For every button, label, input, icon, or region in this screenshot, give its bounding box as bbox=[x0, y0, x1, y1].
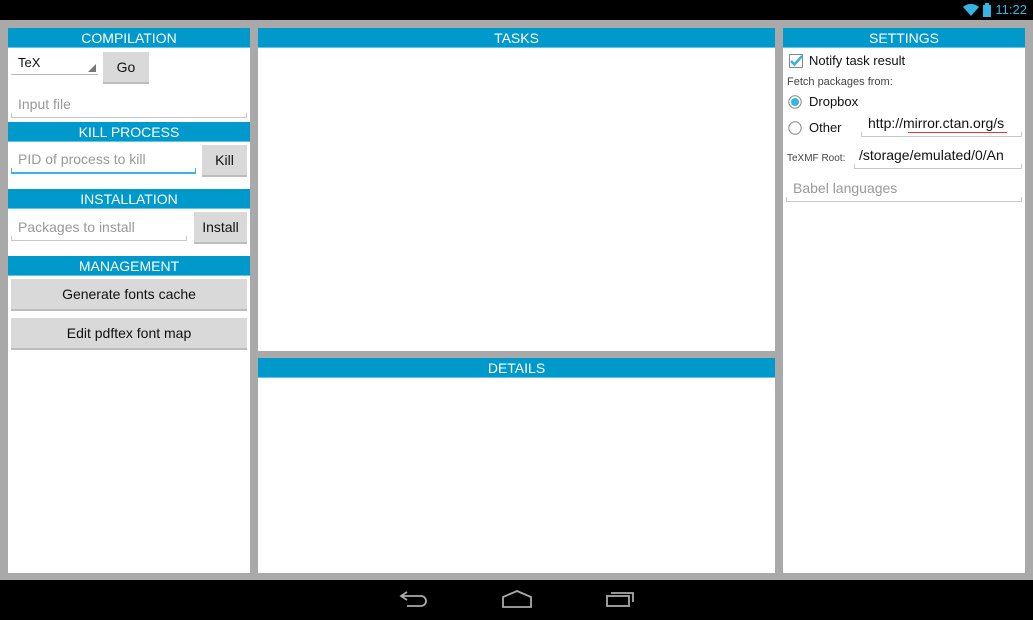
installation-header: INSTALLATION bbox=[8, 189, 250, 209]
clock: 11:22 bbox=[995, 2, 1027, 17]
engine-spinner[interactable]: TeX bbox=[11, 52, 98, 75]
radio-other[interactable]: Other bbox=[788, 120, 842, 135]
app-content: COMPILATION TeX Go Input file KILL PROCE… bbox=[0, 20, 1033, 580]
status-bar: 11:22 bbox=[0, 0, 1033, 20]
spellcheck-underline bbox=[908, 132, 1007, 133]
tasks-header: TASKS bbox=[258, 28, 775, 48]
compilation-header: COMPILATION bbox=[8, 28, 250, 48]
details-header: DETAILS bbox=[258, 358, 775, 378]
home-icon[interactable] bbox=[502, 590, 532, 608]
fetch-label: Fetch packages from: bbox=[787, 76, 893, 88]
radio-dropbox[interactable]: Dropbox bbox=[788, 94, 858, 109]
battery-icon bbox=[983, 2, 992, 17]
kill-button[interactable]: Kill bbox=[202, 145, 247, 177]
edit-pdftex-font-map-button[interactable]: Edit pdftex font map bbox=[11, 318, 247, 350]
navigation-bar bbox=[0, 580, 1033, 620]
engine-selected: TeX bbox=[18, 55, 41, 70]
wifi-icon bbox=[963, 3, 980, 16]
dropdown-triangle-icon bbox=[88, 64, 96, 72]
tasks-panel: TASKS bbox=[258, 28, 775, 351]
radio-unselected-icon bbox=[788, 120, 802, 135]
pid-field[interactable]: PID of process to kill bbox=[11, 146, 196, 174]
packages-field[interactable]: Packages to install bbox=[11, 213, 187, 241]
left-panel: COMPILATION TeX Go Input file KILL PROCE… bbox=[8, 28, 250, 573]
notify-checkbox[interactable]: Notify task result bbox=[789, 53, 905, 68]
settings-panel: SETTINGS Notify task result Fetch packag… bbox=[783, 28, 1025, 573]
babel-languages-field[interactable]: Babel languages bbox=[786, 174, 1022, 202]
checkbox-checked-icon bbox=[789, 53, 803, 68]
details-panel: DETAILS bbox=[258, 358, 775, 573]
generate-fonts-cache-button[interactable]: Generate fonts cache bbox=[11, 279, 247, 311]
recents-icon[interactable] bbox=[606, 590, 634, 608]
texmf-label: TeXMF Root: bbox=[787, 153, 846, 164]
back-icon[interactable] bbox=[399, 590, 427, 608]
notify-label: Notify task result bbox=[809, 53, 906, 68]
install-button[interactable]: Install bbox=[194, 212, 247, 244]
texmf-root-field[interactable]: /storage/emulated/0/An bbox=[854, 142, 1022, 169]
management-header: MANAGEMENT bbox=[8, 256, 250, 276]
radio-selected-icon bbox=[788, 94, 802, 109]
input-file-field[interactable]: Input file bbox=[11, 90, 247, 118]
go-button[interactable]: Go bbox=[103, 52, 149, 84]
settings-header: SETTINGS bbox=[783, 28, 1025, 48]
kill-process-header: KILL PROCESS bbox=[8, 122, 250, 142]
other-url-field[interactable]: http://mirror.ctan.org/s bbox=[861, 110, 1022, 137]
